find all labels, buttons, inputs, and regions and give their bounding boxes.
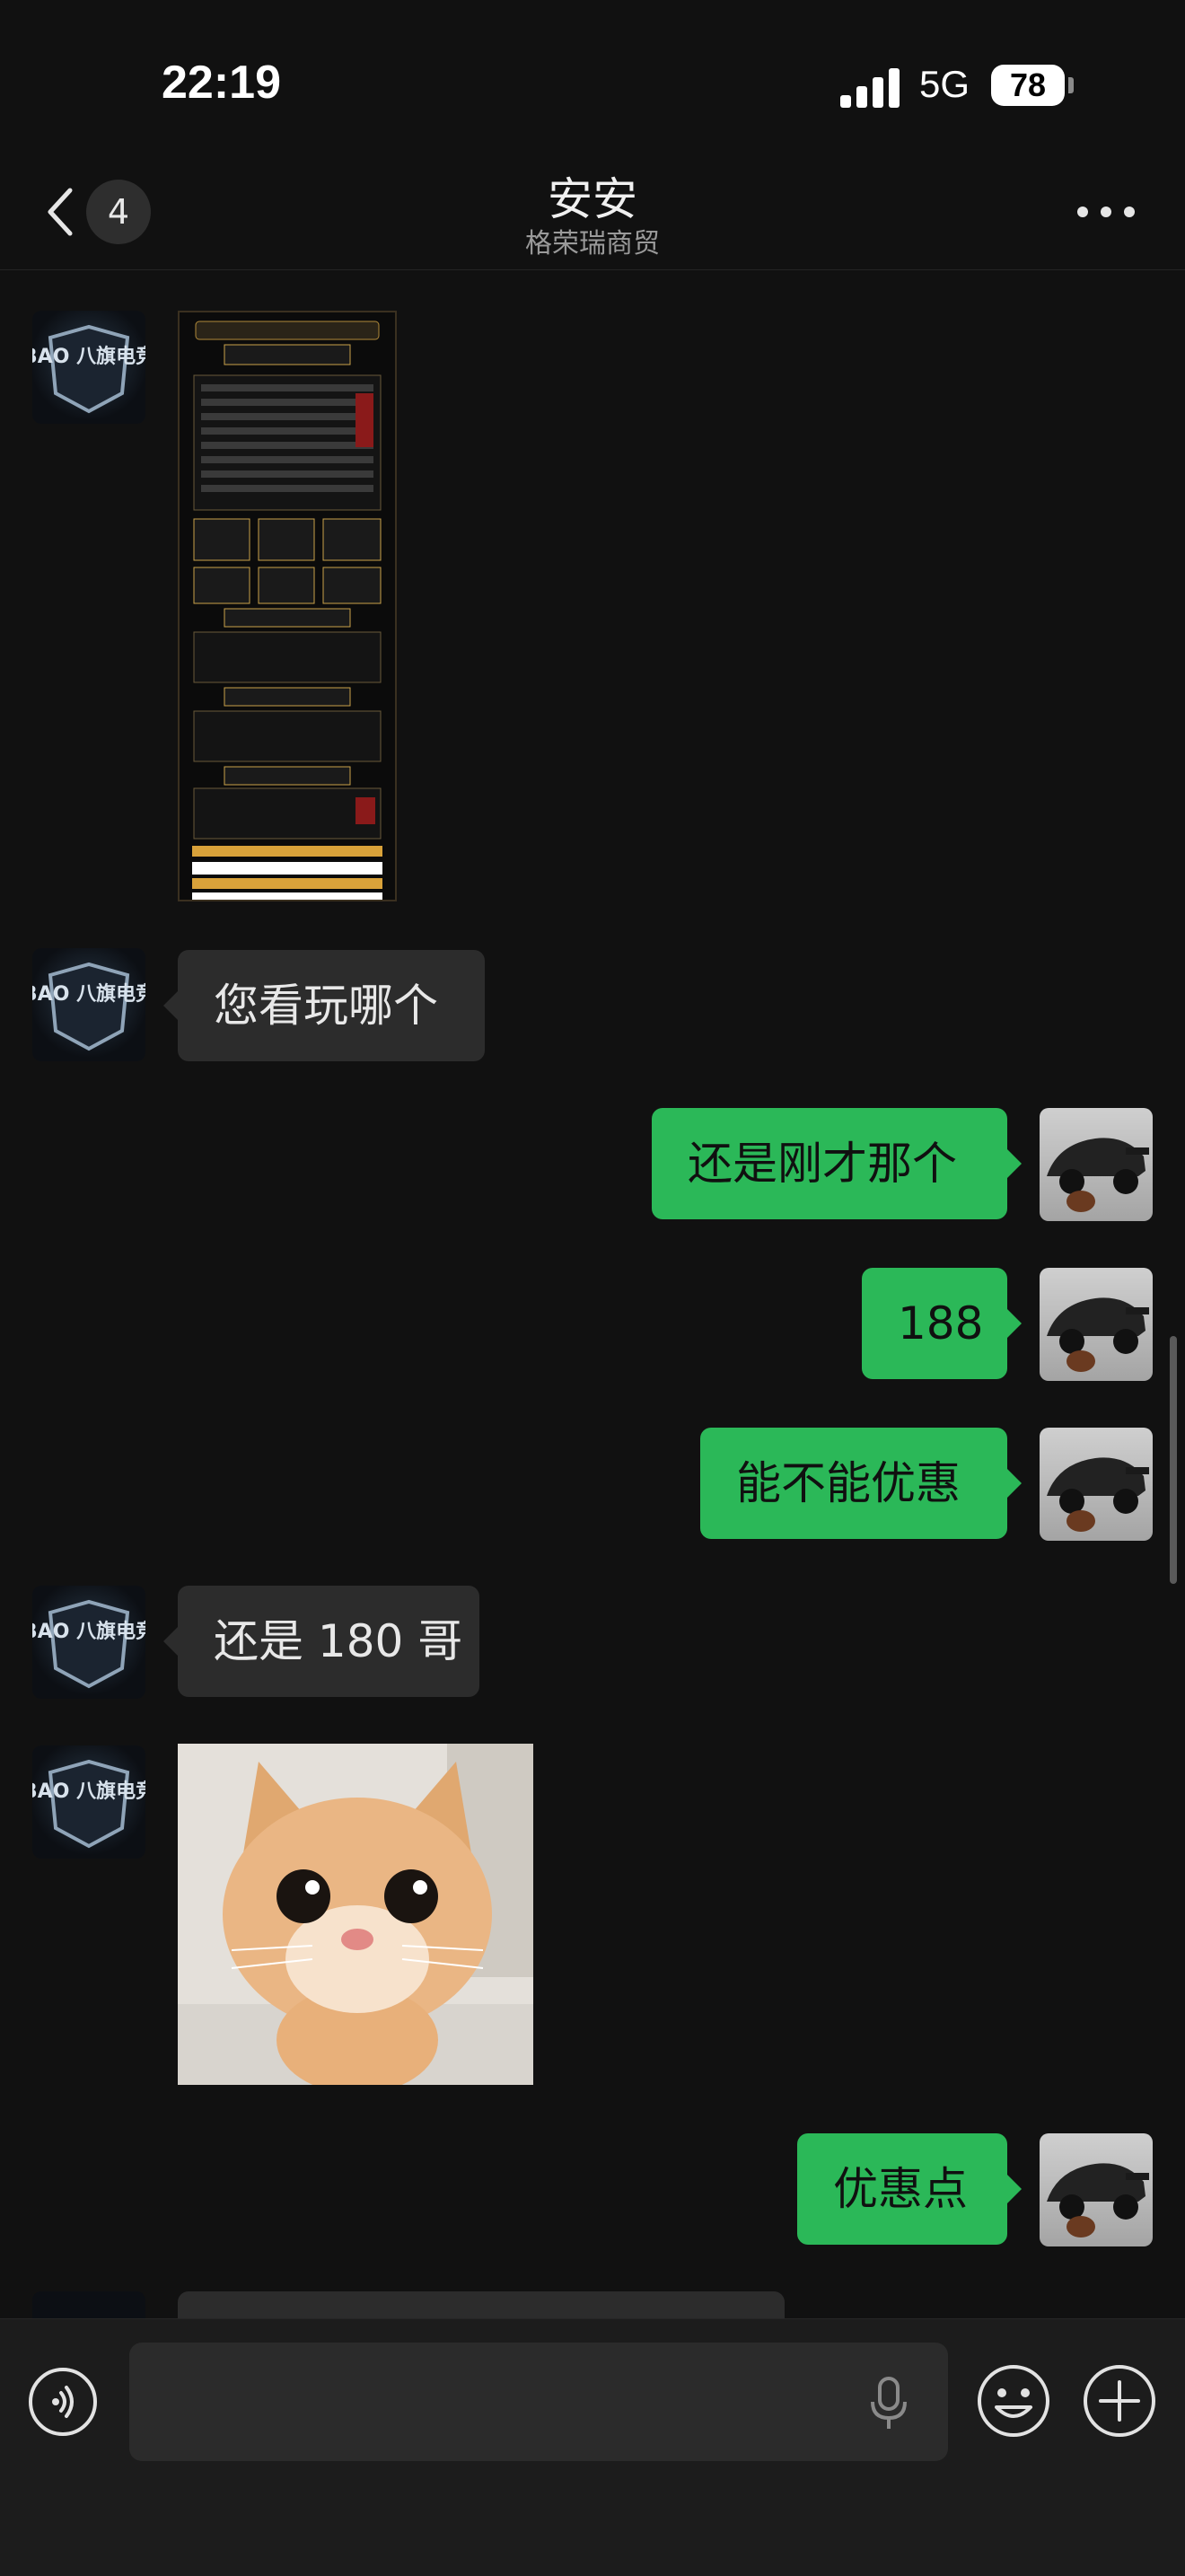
contact-avatar[interactable]: BAO 八旗电竞 [32, 1745, 145, 1859]
message-bubble-incoming[interactable]: 您看玩哪个 [163, 950, 485, 1061]
battery-icon: 78 [991, 65, 1065, 106]
microphone-icon[interactable] [864, 2375, 914, 2432]
contact-avatar[interactable]: BAO 八旗电竞 [32, 1586, 145, 1699]
message-bubble-incoming[interactable]: 还是 180 哥 [163, 1586, 479, 1697]
voice-icon[interactable] [29, 2368, 97, 2436]
svg-text:BAO 八旗电竞: BAO 八旗电竞 [32, 1620, 145, 1643]
message-bubble-incoming[interactable] [178, 2291, 785, 2318]
my-avatar[interactable] [1040, 1108, 1153, 1221]
svg-text:BAO 八旗电竞: BAO 八旗电竞 [32, 1780, 145, 1803]
status-time: 22:19 [162, 57, 281, 109]
chat-subtitle: 格荣瑞商贸 [525, 228, 660, 259]
contact-avatar[interactable]: BAO 八旗电竞 [32, 948, 145, 1061]
contact-avatar[interactable] [32, 2291, 145, 2318]
my-avatar[interactable] [1040, 1268, 1153, 1381]
more-icon[interactable] [1077, 207, 1135, 219]
my-avatar[interactable] [1040, 2133, 1153, 2246]
chat-title: 安安 [548, 173, 637, 225]
battery-cap [1068, 77, 1074, 93]
emoji-icon[interactable] [975, 2362, 1052, 2440]
price-list-image[interactable] [178, 311, 397, 901]
network-type: 5G [919, 63, 970, 105]
my-avatar[interactable] [1040, 1428, 1153, 1541]
plus-icon[interactable] [1081, 2362, 1158, 2440]
kitten-sticker-image[interactable] [178, 1744, 533, 2085]
svg-text:BAO 八旗电竞: BAO 八旗电竞 [32, 345, 145, 368]
message-bubble-outgoing[interactable]: 优惠点 [797, 2133, 1022, 2245]
message-bubble-outgoing[interactable]: 能不能优惠 [700, 1428, 1022, 1539]
input-bar [0, 2318, 1185, 2576]
message-bubble-outgoing[interactable]: 188 [862, 1268, 1022, 1379]
chat-header: 4 安安 格荣瑞商贸 [0, 153, 1185, 270]
status-bar: 22:19 5G 78 [0, 0, 1185, 171]
cellular-signal-icon [840, 66, 901, 108]
svg-text:BAO 八旗电竞: BAO 八旗电竞 [32, 982, 145, 1006]
message-input[interactable] [129, 2343, 948, 2461]
contact-avatar[interactable]: BAO 八旗电竞 [32, 311, 145, 424]
scrollbar[interactable] [1170, 1336, 1177, 1584]
message-bubble-outgoing[interactable]: 还是刚才那个 [652, 1108, 1022, 1219]
